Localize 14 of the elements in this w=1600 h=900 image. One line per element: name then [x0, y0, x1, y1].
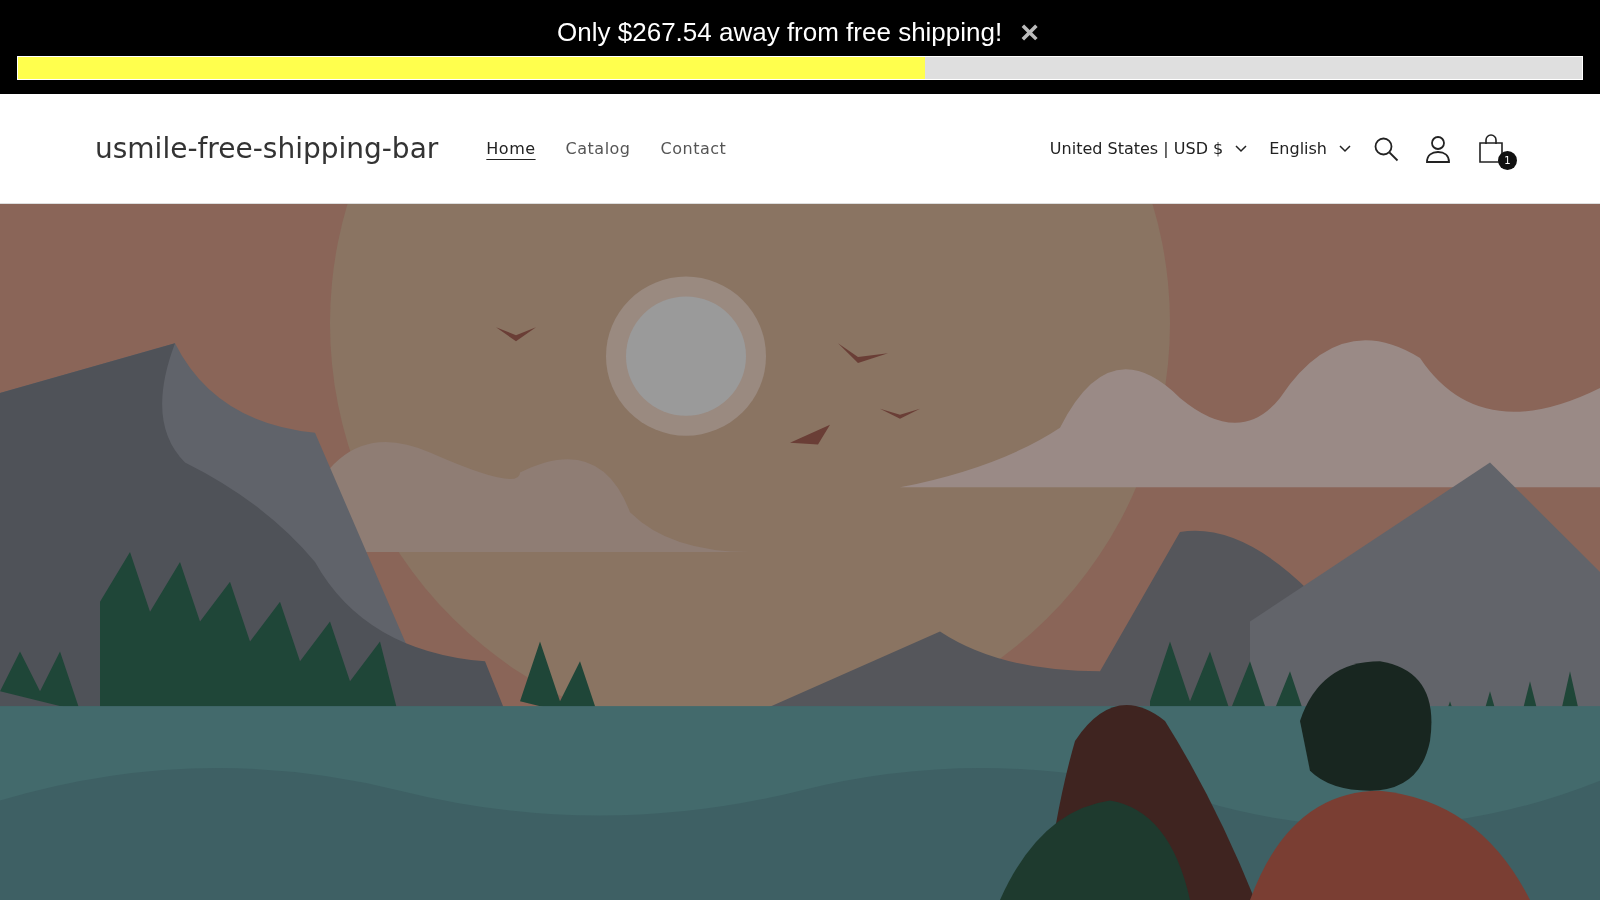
chevron-down-icon	[1235, 144, 1248, 153]
nav-link[interactable]: Catalog	[565, 139, 631, 158]
shipping-message: Only $267.54 away from free shipping!	[557, 16, 1003, 48]
language-selector[interactable]: English	[1269, 139, 1351, 158]
cart-count-badge: 1	[1498, 150, 1517, 170]
country-selector[interactable]: United States | USD $	[1049, 139, 1248, 158]
store-logo[interactable]: usmile-free-shipping-bar	[95, 132, 439, 165]
nav-link[interactable]: Contact	[660, 139, 727, 158]
search-icon[interactable]	[1373, 135, 1399, 162]
nav-link[interactable]: Home	[486, 139, 536, 158]
account-icon[interactable]	[1425, 134, 1451, 163]
close-button[interactable]: ×	[1016, 16, 1043, 48]
chevron-down-icon	[1339, 144, 1351, 153]
cart-bag-icon[interactable]	[1477, 133, 1505, 164]
